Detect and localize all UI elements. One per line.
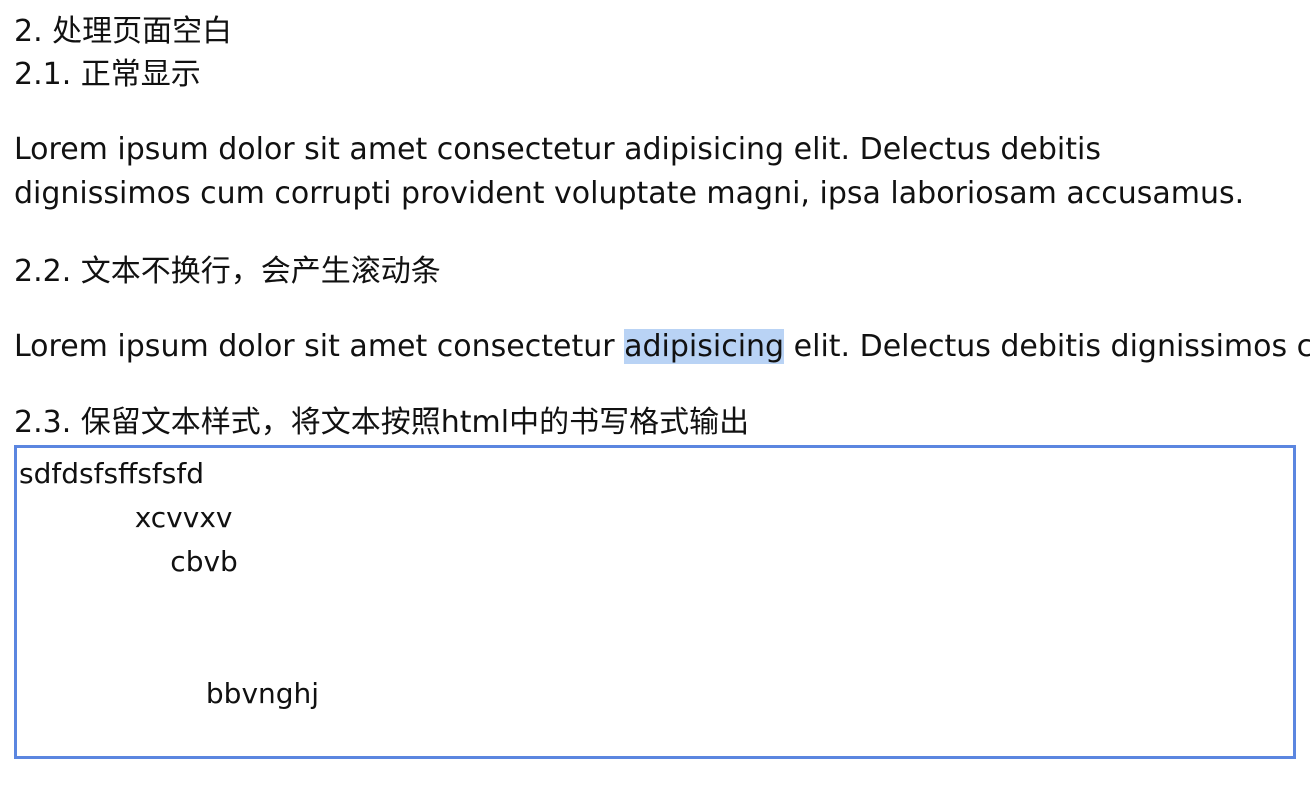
preformatted-box: sdfdsfsffsfsfd xcvvxv cbvb bbvnghj [14, 445, 1296, 759]
heading-normal-display: 2.1. 正常显示 [14, 57, 201, 92]
paragraph-nowrap[interactable]: Lorem ipsum dolor sit amet consectetur a… [14, 325, 1310, 369]
paragraph-normal: Lorem ipsum dolor sit amet consectetur a… [14, 132, 1245, 211]
heading-nowrap: 2.2. 文本不换行，会产生滚动条 [14, 254, 441, 289]
nowrap-text-before: Lorem ipsum dolor sit amet consectetur [14, 329, 625, 364]
page: 2. 处理页面空白 2.1. 正常显示 Lorem ipsum dolor si… [14, 0, 1310, 792]
section-title: 2. 处理页面空白 [14, 14, 233, 49]
nowrap-text-after: elit. Delectus debitis dignissimos cum c… [793, 329, 1310, 364]
heading-pre: 2.3. 保留文本样式，将文本按照html中的书写格式输出 [14, 405, 750, 440]
selected-text: adipisicing [624, 329, 785, 364]
